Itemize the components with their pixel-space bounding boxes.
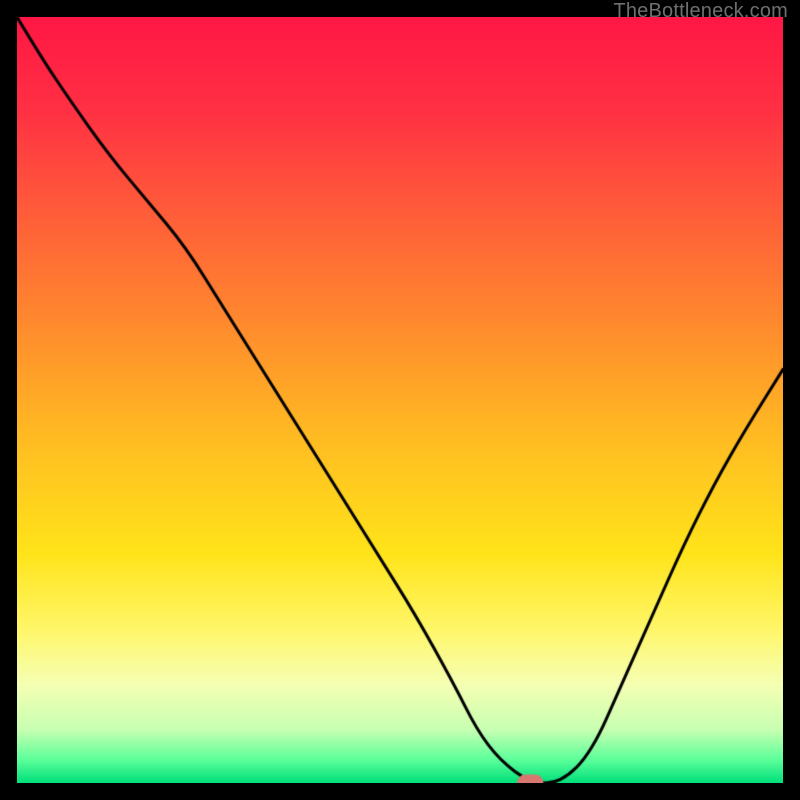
chart-canvas [17, 17, 783, 783]
plot-area [17, 17, 783, 783]
chart-frame: TheBottleneck.com [0, 0, 800, 800]
